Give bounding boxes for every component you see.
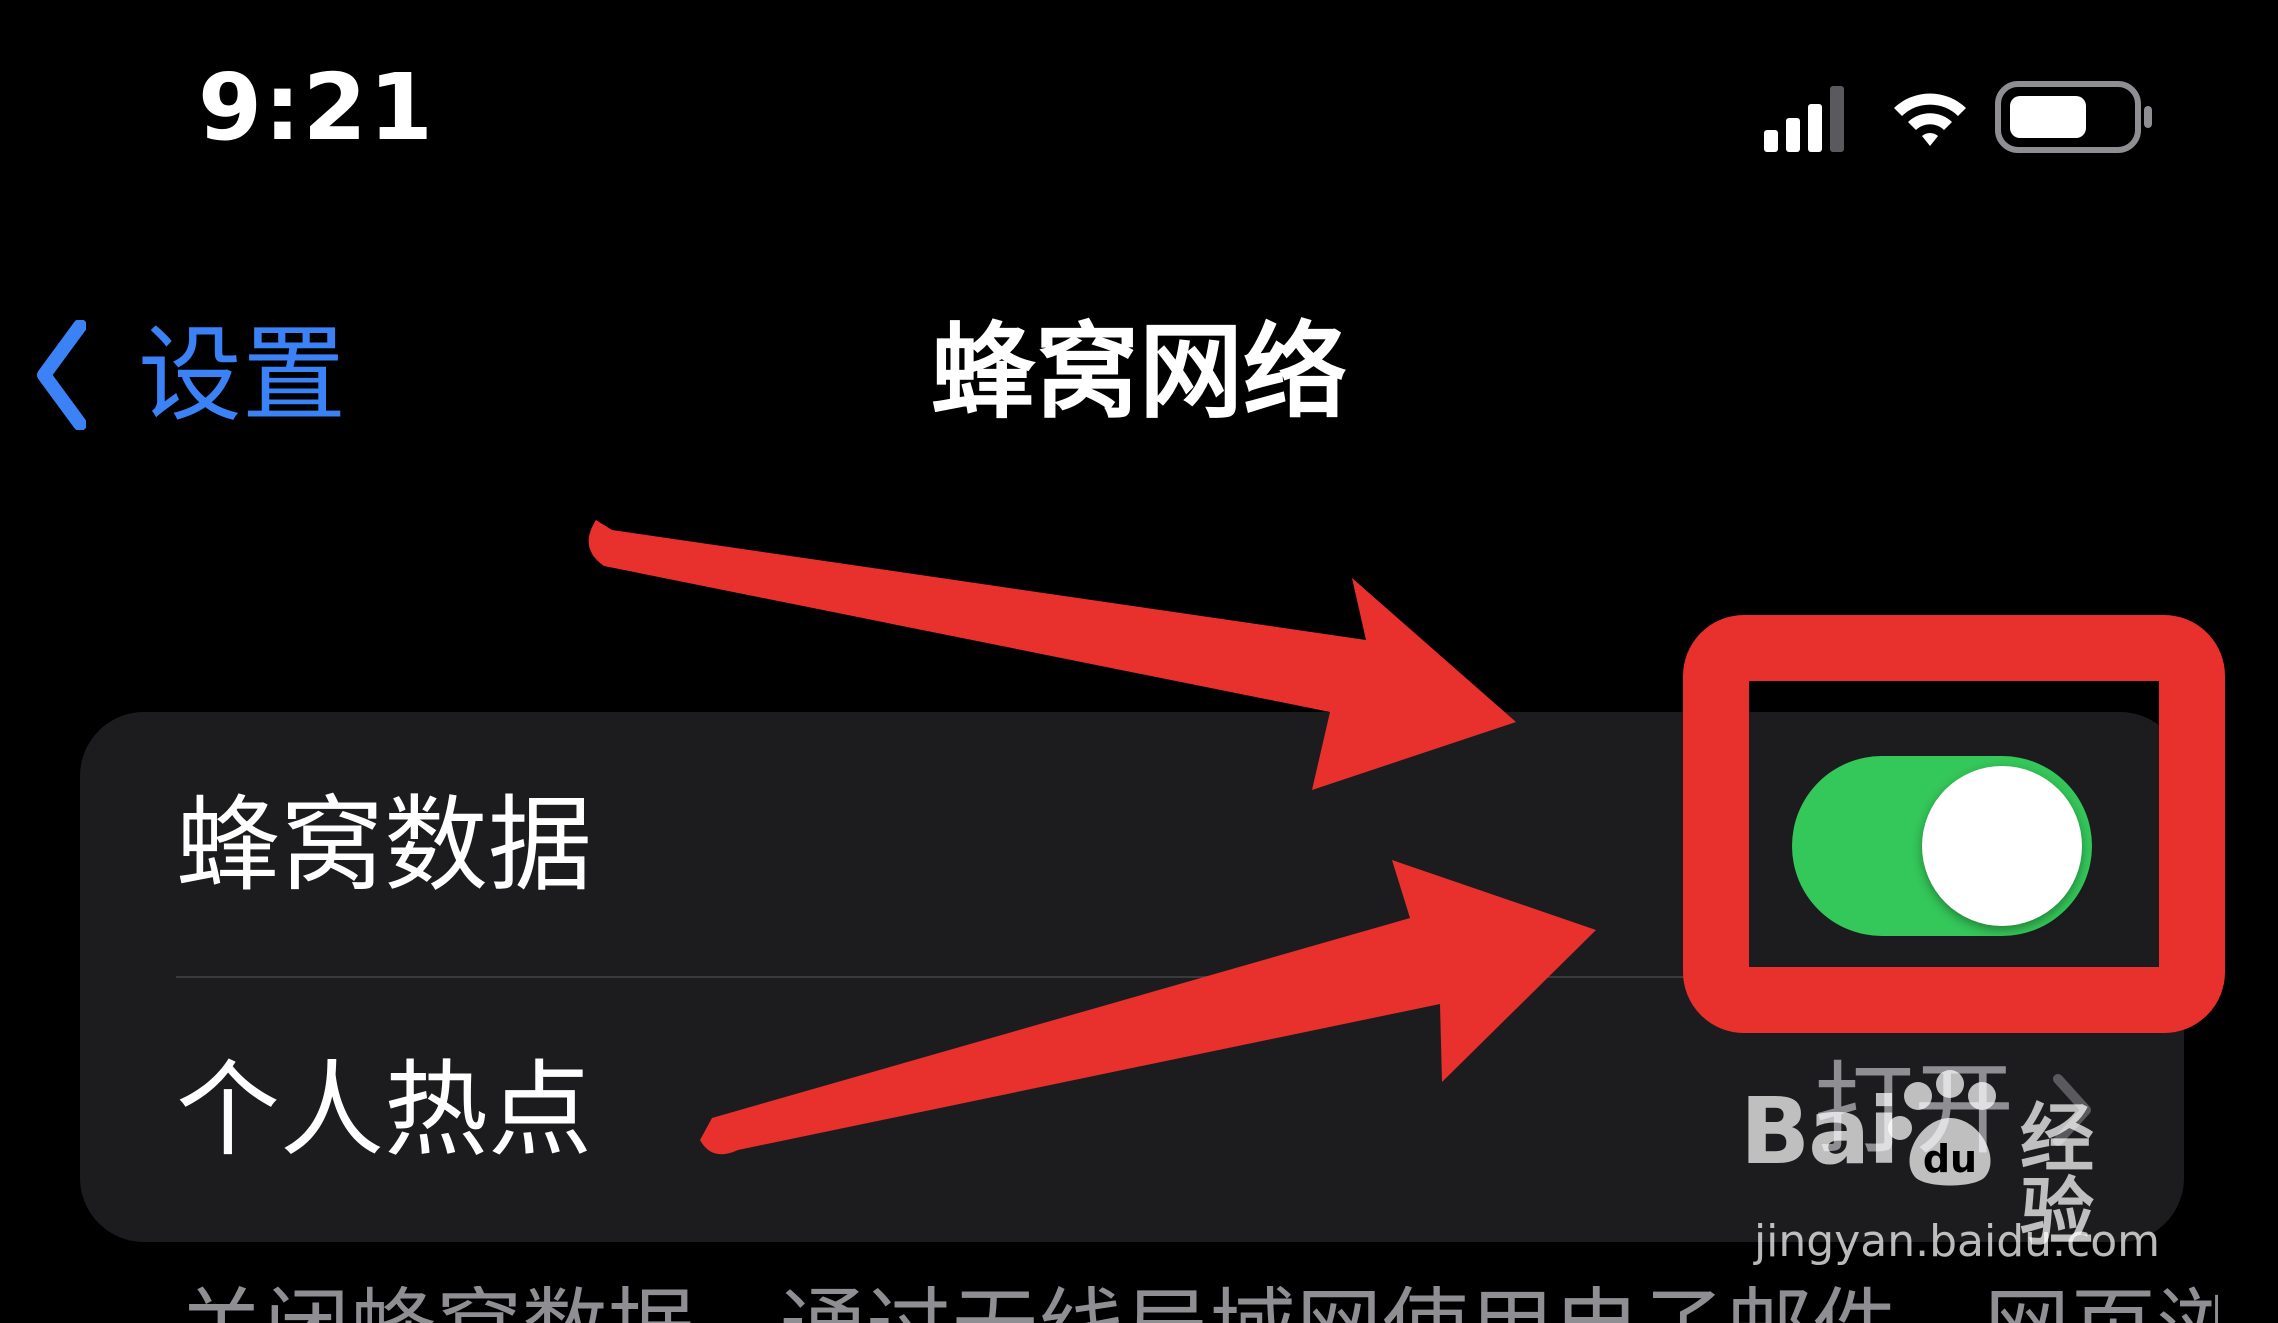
wifi-icon	[1894, 93, 1966, 146]
svg-text:du: du	[1923, 1137, 1977, 1181]
paw-logo-icon: du	[1888, 1070, 1996, 1186]
watermark-logo-text: Bai	[1740, 1078, 1900, 1185]
cellular-data-label: 蜂窝数据	[176, 783, 593, 906]
cellular-data-toggle[interactable]	[1792, 756, 2092, 936]
baidu-watermark: du Bai 经验 jingyan.baidu.com	[1740, 1068, 2160, 1288]
battery-icon	[1995, 81, 2152, 153]
status-icons	[1760, 78, 2180, 158]
cellular-data-row: 蜂窝数据	[80, 712, 2184, 978]
page-title: 蜂窝网络	[930, 311, 1347, 433]
watermark-site: jingyan.baidu.com	[1753, 1216, 2160, 1267]
personal-hotspot-label: 个人热点	[176, 1048, 593, 1171]
toggle-knob	[1922, 766, 2082, 926]
footer-caption: 关闭蜂窝数据，通过无线局域网使用电子邮件、网页浏	[178, 1286, 2218, 1323]
cellular-signal-icon	[1764, 86, 1844, 152]
status-time: 9:21	[198, 54, 435, 161]
